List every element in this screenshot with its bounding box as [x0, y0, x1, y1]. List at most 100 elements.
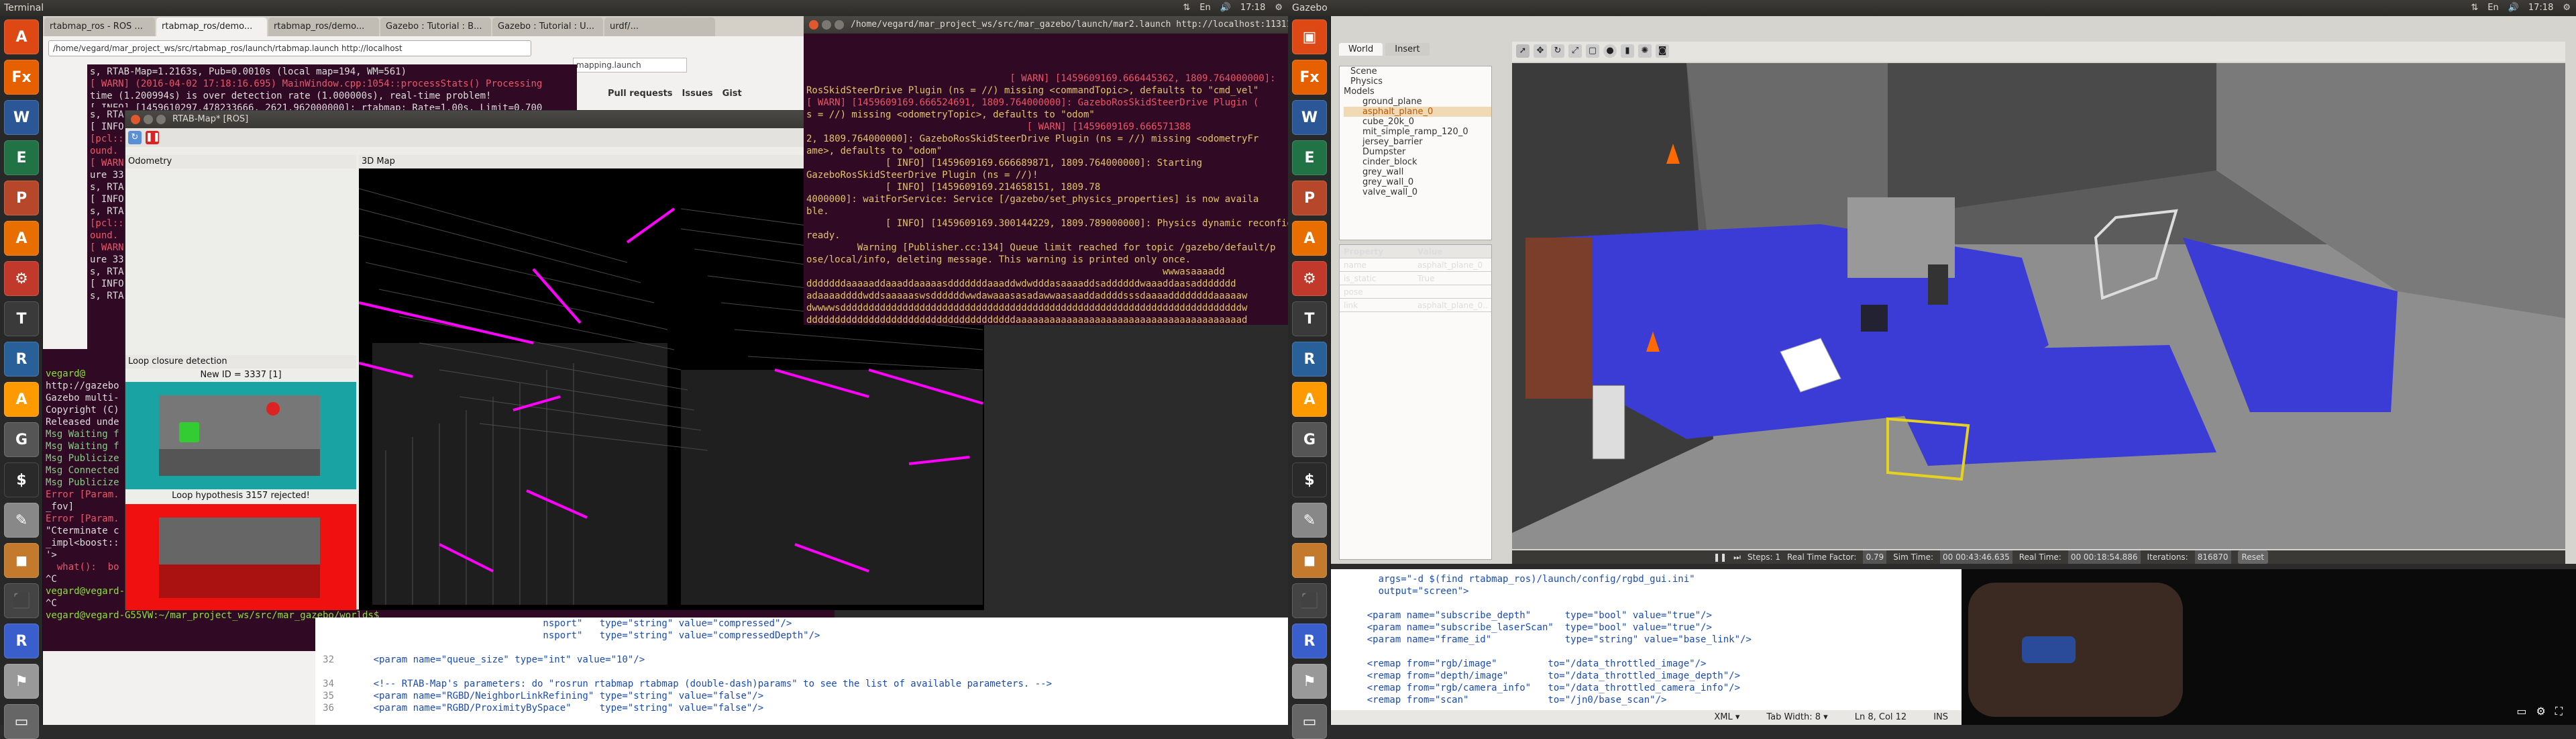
- launcher-app-icon[interactable]: P: [4, 181, 39, 215]
- address-bar[interactable]: /home/vegard/mar_project_ws/src/rtabmap_…: [48, 40, 531, 56]
- launcher-app-icon[interactable]: ◼: [1292, 543, 1327, 578]
- code-editor-bottom[interactable]: nsport" type="string" value="compressed"…: [315, 618, 1288, 725]
- volume-icon[interactable]: 🔊: [2508, 0, 2519, 16]
- launcher-app-icon[interactable]: ⚙: [1292, 261, 1327, 296]
- tree-item[interactable]: Scene: [1344, 66, 1491, 77]
- close-icon[interactable]: [809, 20, 818, 30]
- gazebo-3d-viewport[interactable]: [1512, 63, 2565, 549]
- keyboard-icon[interactable]: En: [2487, 0, 2498, 16]
- tree-item[interactable]: grey_wall_0: [1344, 177, 1491, 187]
- property-row[interactable]: link asphalt_plane_0...: [1340, 299, 1491, 312]
- status-item[interactable]: Tab Width: 8 ▾: [1766, 710, 1827, 725]
- launcher-app-icon[interactable]: T: [4, 301, 39, 336]
- browser-tab[interactable]: rtabmap_ros/demo...: [268, 17, 379, 36]
- launcher-app-icon[interactable]: ⚑: [4, 664, 39, 699]
- launcher-app-icon[interactable]: G: [4, 422, 39, 457]
- launcher-app-icon[interactable]: W: [4, 100, 39, 135]
- launcher-app-icon[interactable]: ✎: [4, 503, 39, 538]
- box-shape-icon[interactable]: ▢: [1586, 44, 1599, 58]
- launcher-app-icon[interactable]: G: [1292, 422, 1327, 457]
- reset-button[interactable]: Reset: [2237, 550, 2269, 564]
- launcher-app-icon[interactable]: A: [1292, 221, 1327, 256]
- browser-tab[interactable]: Gazebo : Tutorial : U...: [492, 17, 603, 36]
- close-icon[interactable]: [131, 115, 140, 124]
- launcher-app-icon[interactable]: T: [1292, 301, 1327, 336]
- property-row[interactable]: name asphalt_plane_0: [1340, 258, 1491, 272]
- video-thumbnail[interactable]: ▭ ⚙ ⛶: [1962, 569, 2576, 725]
- property-row[interactable]: pose: [1340, 285, 1491, 299]
- launcher-app-icon[interactable]: A: [4, 221, 39, 256]
- launcher-app-icon[interactable]: ⚙: [4, 261, 39, 296]
- tree-item[interactable]: valve_wall_0: [1344, 187, 1491, 197]
- launcher-app-icon[interactable]: $: [4, 462, 39, 497]
- tree-item[interactable]: cinder_block: [1344, 157, 1491, 167]
- launch-terminal-titlebar[interactable]: /home/vegard/mar_project_ws/src/mar_gaze…: [804, 16, 1288, 34]
- tree-item[interactable]: asphalt_plane_0: [1344, 107, 1491, 117]
- launcher-app-icon[interactable]: A: [4, 19, 39, 54]
- settings-icon[interactable]: ⚙: [2536, 705, 2545, 718]
- tree-item[interactable]: cube_20k_0: [1344, 117, 1491, 127]
- github-nav-link[interactable]: Pull requests: [608, 89, 673, 99]
- launcher-app-icon[interactable]: E: [4, 140, 39, 175]
- select-tool-icon[interactable]: ➚: [1516, 44, 1529, 58]
- tree-item[interactable]: grey_wall: [1344, 167, 1491, 177]
- launcher-app-icon[interactable]: R: [1292, 342, 1327, 377]
- launcher-app-icon[interactable]: ⚑: [1292, 664, 1327, 699]
- gear-icon[interactable]: ⚙: [1275, 0, 1283, 16]
- browser-tab[interactable]: Gazebo : Tutorial : B...: [380, 17, 491, 36]
- fullscreen-icon[interactable]: ⛶: [2555, 705, 2563, 718]
- launcher-app-icon[interactable]: ✎: [1292, 503, 1327, 538]
- launcher-app-icon[interactable]: A: [4, 382, 39, 417]
- gazebo-tab-insert[interactable]: Insert: [1385, 43, 1430, 56]
- status-item[interactable]: INS: [1933, 710, 1948, 725]
- tree-item[interactable]: Physics: [1344, 77, 1491, 87]
- maximize-icon[interactable]: [156, 115, 166, 124]
- tree-item[interactable]: mit_simple_ramp_120_0: [1344, 127, 1491, 137]
- pause-icon[interactable]: ❚❚: [1713, 550, 1727, 564]
- launcher-app-icon[interactable]: ⬛: [1292, 583, 1327, 618]
- network-icon[interactable]: ⇅: [2471, 0, 2478, 16]
- launcher-app-icon[interactable]: Fx: [4, 60, 39, 95]
- launcher-app-icon[interactable]: $: [1292, 462, 1327, 497]
- terminal-launch[interactable]: /home/vegard/mar_project_ws/src/mar_gaze…: [804, 16, 1288, 325]
- browser-tab[interactable]: urdf/...: [604, 17, 715, 36]
- minimize-icon[interactable]: [144, 115, 153, 124]
- code-editor-right[interactable]: args="-d $(find rtabmap_ros)/launch/conf…: [1331, 569, 1962, 725]
- launcher-app-icon[interactable]: A: [1292, 382, 1327, 417]
- launcher-app-icon[interactable]: E: [1292, 140, 1327, 175]
- cc-icon[interactable]: ▭: [2516, 705, 2526, 718]
- scale-tool-icon[interactable]: ⤢: [1568, 44, 1582, 58]
- maximize-icon[interactable]: [835, 20, 844, 30]
- keyboard-icon[interactable]: En: [1199, 0, 1210, 16]
- camera-icon[interactable]: ◙: [1656, 44, 1669, 58]
- status-item[interactable]: Ln 8, Col 12: [1855, 710, 1907, 725]
- launcher-app-icon[interactable]: R: [1292, 624, 1327, 658]
- launcher-app-icon[interactable]: ◼: [4, 543, 39, 578]
- volume-icon[interactable]: 🔊: [1220, 0, 1231, 16]
- launcher-app-icon[interactable]: Fx: [1292, 60, 1327, 95]
- translate-tool-icon[interactable]: ✥: [1534, 44, 1547, 58]
- tree-item[interactable]: Dumpster: [1344, 147, 1491, 157]
- launcher-app-icon[interactable]: ▭: [4, 704, 39, 739]
- refresh-icon[interactable]: ↻: [128, 131, 142, 144]
- terminal-rtabmap-output[interactable]: s, RTAB-Map=1.2163s, Pub=0.0010s (local …: [87, 64, 577, 111]
- launcher-app-icon[interactable]: R: [4, 624, 39, 658]
- launcher-app-icon[interactable]: R: [4, 342, 39, 377]
- clock[interactable]: 17:18: [2528, 0, 2553, 16]
- minimize-icon[interactable]: [822, 20, 831, 30]
- launcher-app-icon[interactable]: P: [1292, 181, 1327, 215]
- launcher-app-icon[interactable]: ▭: [1292, 704, 1327, 739]
- pause-icon[interactable]: ❚❚: [146, 131, 160, 144]
- launcher-app-icon[interactable]: W: [1292, 100, 1327, 135]
- status-item[interactable]: XML ▾: [1714, 710, 1739, 725]
- light-icon[interactable]: ✺: [1638, 44, 1652, 58]
- clock[interactable]: 17:18: [1240, 0, 1265, 16]
- sphere-shape-icon[interactable]: ●: [1603, 44, 1617, 58]
- tree-item[interactable]: ground_plane: [1344, 97, 1491, 107]
- step-icon[interactable]: ⏭: [1733, 550, 1741, 564]
- cylinder-shape-icon[interactable]: ▮: [1621, 44, 1634, 58]
- browser-tab[interactable]: rtabmap_ros - ROS ...: [44, 17, 155, 36]
- launcher-app-icon[interactable]: ⬛: [4, 583, 39, 618]
- launcher-app-icon[interactable]: ▣: [1292, 19, 1327, 54]
- gear-icon[interactable]: ⚙: [2563, 0, 2571, 16]
